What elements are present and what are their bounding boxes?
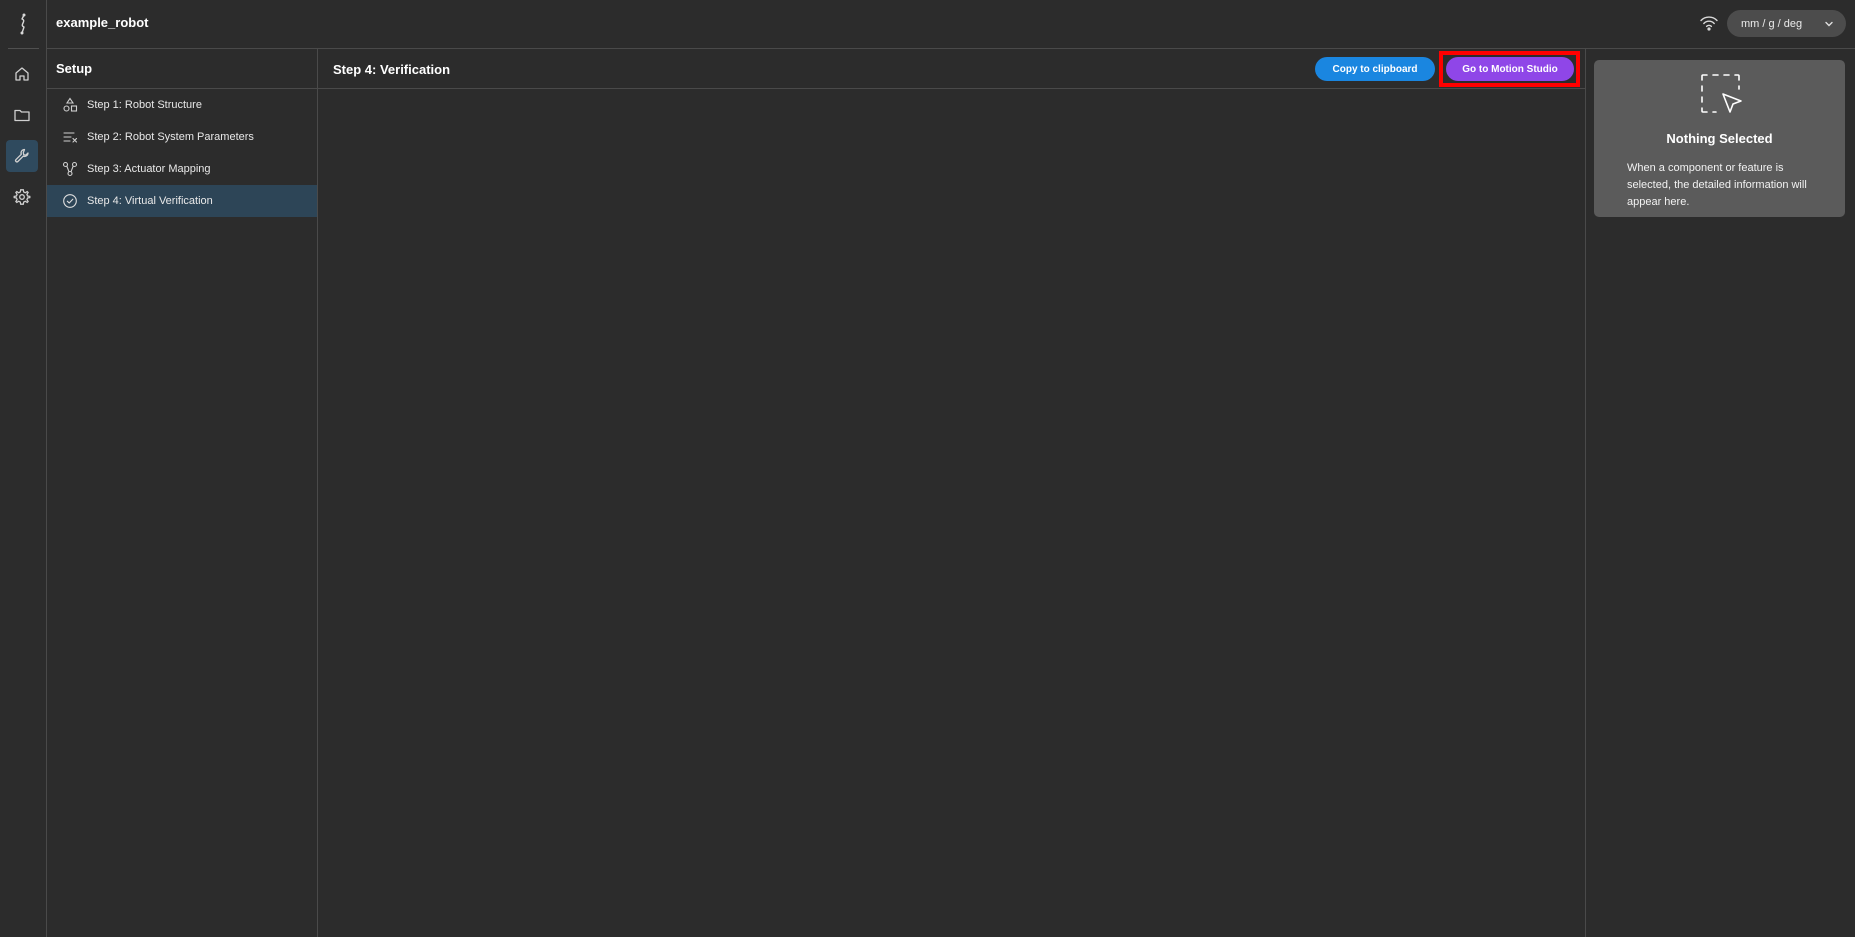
step-robot-system-parameters[interactable]: Step 2: Robot System Parameters bbox=[47, 121, 317, 153]
step-robot-structure[interactable]: Step 1: Robot Structure bbox=[47, 89, 317, 121]
setup-title: Setup bbox=[47, 49, 317, 89]
step-actuator-mapping[interactable]: Step 3: Actuator Mapping bbox=[47, 153, 317, 185]
setup-sidebar: Setup Step 1: Robot Structure Step 2: Ro… bbox=[47, 49, 318, 937]
main-header: Step 4: Verification Copy to clipboard G… bbox=[318, 49, 1585, 89]
step-label: Step 3: Actuator Mapping bbox=[87, 163, 211, 175]
copy-to-clipboard-button[interactable]: Copy to clipboard bbox=[1315, 57, 1435, 81]
check-circle-icon bbox=[62, 193, 78, 209]
step-label: Step 4: Virtual Verification bbox=[87, 195, 213, 207]
main-viewport: Step 4: Verification Copy to clipboard G… bbox=[318, 49, 1586, 937]
step-label: Step 2: Robot System Parameters bbox=[87, 131, 254, 143]
folder-icon bbox=[14, 109, 30, 122]
wifi-icon bbox=[1700, 16, 1718, 31]
step-label: Step 1: Robot Structure bbox=[87, 99, 202, 111]
list-params-icon bbox=[62, 129, 78, 145]
units-value: mm / g / deg bbox=[1741, 17, 1803, 30]
home-icon bbox=[15, 67, 29, 81]
app-logo-icon bbox=[10, 11, 36, 37]
home-button[interactable] bbox=[6, 58, 38, 90]
selection-cursor-icon bbox=[1701, 74, 1742, 113]
gear-icon bbox=[13, 189, 31, 205]
settings-button[interactable] bbox=[6, 181, 38, 213]
projects-button[interactable] bbox=[6, 99, 38, 131]
page-title: Step 4: Verification bbox=[333, 62, 451, 77]
step-virtual-verification[interactable]: Step 4: Virtual Verification bbox=[47, 185, 317, 217]
node-graph-icon bbox=[62, 161, 78, 177]
shapes-icon bbox=[62, 97, 78, 113]
rail-divider bbox=[8, 48, 39, 49]
project-title: example_robot bbox=[56, 15, 149, 30]
chevron-down-icon bbox=[1825, 21, 1833, 27]
wrench-icon bbox=[14, 148, 29, 163]
properties-description: When a component or feature is selected,… bbox=[1627, 162, 1807, 208]
top-bar: example_robot mm / g / deg bbox=[47, 0, 1855, 49]
properties-panel: Nothing Selected When a component or fea… bbox=[1594, 60, 1845, 217]
units-dropdown[interactable]: mm / g / deg bbox=[1727, 10, 1846, 37]
app-window: example_robot mm / g / deg Setup Step 1:… bbox=[0, 0, 1855, 937]
go-to-motion-studio-button[interactable]: Go to Motion Studio bbox=[1446, 57, 1574, 81]
nothing-selected-title: Nothing Selected bbox=[1666, 131, 1773, 146]
setup-button[interactable] bbox=[6, 140, 38, 172]
left-rail bbox=[0, 0, 47, 937]
